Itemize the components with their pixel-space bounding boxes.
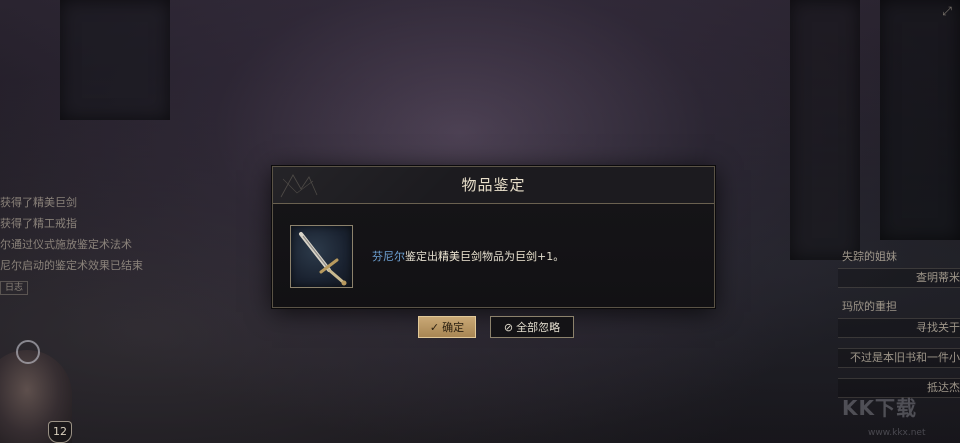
background-pillar <box>880 0 960 240</box>
actor-name[interactable]: 芬尼尔 <box>372 250 405 263</box>
ornament-icon <box>280 174 318 198</box>
log-line: 获得了精美巨剑 <box>0 196 77 209</box>
message-text: 物品为 <box>482 250 515 263</box>
expand-icon[interactable]: ⤢ <box>940 4 954 18</box>
greatsword-icon <box>299 232 347 286</box>
quest-objective[interactable]: 寻找关于 <box>838 318 960 338</box>
ignore-all-label: 全部忽略 <box>516 321 561 334</box>
log-line: 获得了精工戒指 <box>0 217 77 230</box>
message-text: 鉴定出 <box>405 250 438 263</box>
quest-title[interactable]: 失踪的姐妹 <box>838 248 960 268</box>
dialog-body: 芬尼尔鉴定出精美巨剑物品为巨剑+1。 <box>273 204 714 307</box>
status-ring-icon <box>16 340 40 364</box>
quest-objective[interactable]: 查明蒂米 <box>838 268 960 288</box>
level-badge: 12 <box>48 421 72 443</box>
quest-title[interactable]: 玛欣的重担 <box>838 298 960 318</box>
cancel-circle-icon: ⊘ <box>503 321 514 334</box>
checkmark-icon: ✓ <box>429 321 440 334</box>
quest-tracker: 失踪的姐妹 查明蒂米 玛欣的重担 寻找关于 不过是本旧书和一件小 抵达杰 <box>838 248 960 408</box>
log-line: 尔通过仪式施放鉴定术法术 <box>0 238 132 251</box>
confirm-label: 确定 <box>442 321 465 334</box>
log-tag[interactable]: 日志 <box>0 281 29 295</box>
background-pillar <box>60 0 170 120</box>
game-scene: ⤢ 获得了精美巨剑 获得了精工戒指 尔通过仪式施放鉴定术法术 尼尔启动的鉴定术效… <box>0 0 960 443</box>
result-item-name[interactable]: 巨剑 <box>515 250 537 263</box>
message-suffix: +1。 <box>537 250 565 263</box>
ignore-all-button[interactable]: ⊘ 全部忽略 <box>490 316 574 338</box>
quest-objective[interactable]: 不过是本旧书和一件小 <box>838 348 960 368</box>
item-slot[interactable] <box>290 225 353 288</box>
background-pillar <box>790 0 860 260</box>
log-line: 尼尔启动的鉴定术效果已结束 <box>0 259 143 272</box>
dialog-header: 物品鉴定 <box>273 167 714 204</box>
dialog-title: 物品鉴定 <box>461 176 526 194</box>
confirm-button[interactable]: ✓ 确定 <box>418 316 476 338</box>
identify-message: 芬尼尔鉴定出精美巨剑物品为巨剑+1。 <box>372 248 564 264</box>
watermark-url: www.kkx.net <box>868 428 926 438</box>
identify-dialog: 物品鉴定 芬尼尔鉴定出精美巨剑物品为巨剑+1。 <box>272 166 715 308</box>
combat-log: 获得了精美巨剑 获得了精工戒指 尔通过仪式施放鉴定术法术 尼尔启动的鉴定术效果已… <box>0 192 170 297</box>
watermark-logo: KK下载 <box>842 396 917 420</box>
item-name[interactable]: 精美巨剑 <box>438 250 482 263</box>
